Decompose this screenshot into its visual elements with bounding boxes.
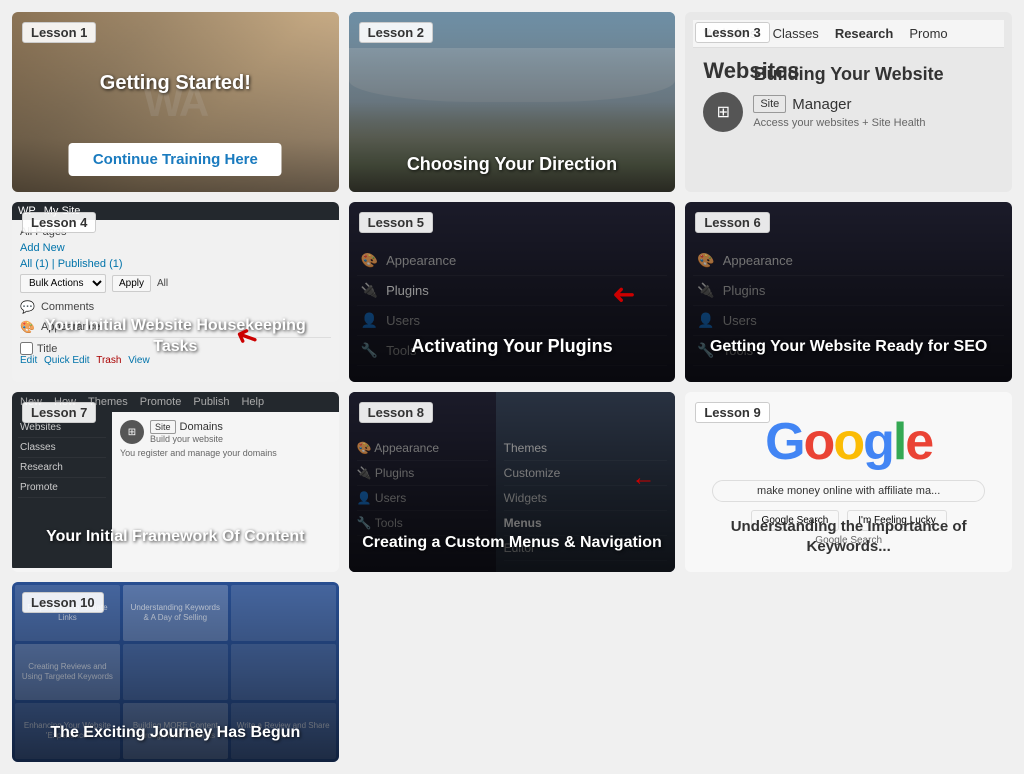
nav-promo[interactable]: Promo [909,26,947,41]
lesson-card-2[interactable]: Lesson 2 Choosing Your Direction [349,12,676,192]
red-arrow-8: ← [631,464,655,492]
l7-sb-classes: Classes [18,438,106,458]
lesson-title-7: Your Initial Framework Of Content [12,527,339,548]
lesson-badge-6: Lesson 6 [695,212,769,233]
lesson-card-1[interactable]: WA Lesson 1 Getting Started! Continue Tr… [12,12,339,192]
comments-icon: 💬 [20,300,35,314]
lesson-title-8: Creating a Custom Menus & Navigation [349,533,676,554]
lesson-badge-1: Lesson 1 [22,22,96,43]
l7-tb-item4: Promote [140,396,182,408]
lesson-card-8[interactable]: 🎨 Appearance 🔌 Plugins 👤 Users 🔧 Tools T… [349,392,676,572]
lesson3-content: Websites ⊞ Site Manager Access your webs… [693,48,1004,142]
google-logo: Google [765,412,932,472]
l7-sb-research: Research [18,458,106,478]
lesson-card-10[interactable]: Properly Using Affiliate Links Understan… [12,582,339,762]
lessons-grid: WA Lesson 1 Getting Started! Continue Tr… [12,12,1012,762]
red-arrow-5: ➜ [612,279,635,312]
g-letter-g: G [765,413,803,471]
lesson-badge-3: Lesson 3 [695,22,769,43]
lesson-title-2: Choosing Your Direction [349,153,676,176]
wp-comments-item: 💬 Comments [20,297,331,317]
lesson-title-6: Getting Your Website Ready for SEO [685,337,1012,358]
site-manager-info: Site Manager Access your websites + Site… [753,95,925,129]
site-badge: Site [753,95,786,113]
l7-tb-item5: Publish [193,396,229,408]
lesson-title-9: Understanding the Importance of Keywords… [685,517,1012,556]
add-new-link[interactable]: Add New [20,242,65,254]
lesson-badge-7: Lesson 7 [22,402,96,423]
google-search-bar: make money online with affiliate ma... [712,480,984,502]
lesson-badge-8: Lesson 8 [359,402,433,423]
site-sub-text: Access your websites + Site Health [753,117,925,129]
l7-site-row: ⊞ Site Domains Build your website [120,420,331,444]
lesson-title-10: The Exciting Journey Has Begun [12,723,339,744]
l7-site-info: Site Domains Build your website [150,420,223,444]
g-letter-o1: o [804,413,834,471]
lesson-badge-9: Lesson 9 [695,402,769,423]
lesson-card-5[interactable]: 🎨 Appearance 🔌 Plugins 👤 Users 🔧 Tools [349,202,676,382]
lesson-badge-2: Lesson 2 [359,22,433,43]
lesson-badge-4: Lesson 4 [22,212,96,233]
wp-bulk-row: Bulk Actions Apply All [20,274,331,293]
g-letter-e: e [905,413,932,471]
lesson-card-3[interactable]: Websites Classes Research Promo Websites… [685,12,1012,192]
continue-training-button[interactable]: Continue Training Here [69,143,282,176]
lesson-badge-10: Lesson 10 [22,592,104,613]
nav-research[interactable]: Research [835,26,894,41]
apply-button[interactable]: Apply [112,275,151,292]
g-letter-g2: g [863,413,893,471]
lesson-title-5: Activating Your Plugins [349,335,676,358]
wp-add-new: Add New [20,242,331,254]
l7-sb-promote: Promote [18,478,106,498]
lesson-card-6[interactable]: 🎨 Appearance 🔌 Plugins 👤 Users 🔧 Tools [685,202,1012,382]
all-label: All [157,278,168,289]
lesson-card-9[interactable]: Google make money online with affiliate … [685,392,1012,572]
l7-site-icon: ⊞ [120,420,144,444]
lesson-card-7[interactable]: New How Themes Promote Publish Help Webs… [12,392,339,572]
g-letter-l: l [893,413,905,471]
site-manager-row: ⊞ Site Manager Access your websites + Si… [703,92,994,132]
l7-domains-label: Domains [180,421,223,433]
equalizer-icon: ⊞ [717,102,730,122]
nav-classes[interactable]: Classes [773,26,819,41]
l7-tb-item6: Help [241,396,264,408]
lesson-card-4[interactable]: WP My Site All Pages Add New All (1) | P… [12,202,339,382]
l7-site-badge: Site [150,420,176,434]
wp-filter-bar: All (1) | Published (1) [20,258,331,270]
g-letter-o2: o [833,413,863,471]
manager-text: Manager [792,96,851,113]
l7-build-label: Build your website [150,434,223,444]
site-icon: ⊞ [703,92,743,132]
lesson-title-1: Getting Started! [12,72,339,95]
lesson-title-4: Your Initial Website Housekeeping Tasks [12,316,339,358]
lesson-title-3: Building Your Website [685,64,1012,85]
lesson-badge-5: Lesson 5 [359,212,433,233]
l7-manage-label: You register and manage your domains [120,448,331,458]
comments-label: Comments [41,301,94,313]
bulk-actions-select[interactable]: Bulk Actions [20,274,106,293]
